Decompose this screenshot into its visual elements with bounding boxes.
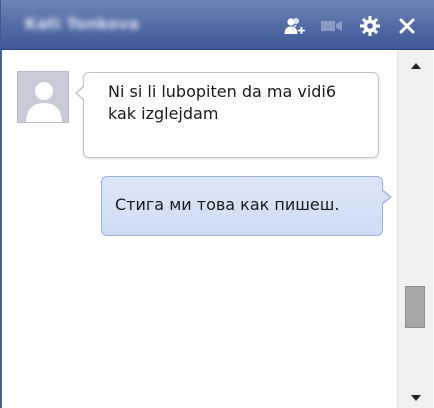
gear-icon[interactable] — [357, 13, 383, 39]
message-text: Ni si li lubopiten da ma vidi6 kak izgle… — [108, 82, 337, 123]
chat-scrollbar[interactable] — [397, 50, 433, 408]
outgoing-message-bubble: Стига ми това как пишеш. — [101, 176, 392, 236]
scrollbar-thumb[interactable] — [405, 286, 425, 328]
add-friend-icon[interactable] — [282, 13, 308, 39]
chat-window: Kati Tonkova Ni si li lubopiten da ma vi… — [0, 0, 434, 408]
scroll-down-arrow-icon[interactable] — [406, 390, 426, 406]
contact-name[interactable]: Kati Tonkova — [25, 15, 139, 33]
message-text: Стига ми това как пишеш. — [115, 195, 340, 214]
scroll-up-arrow-icon[interactable] — [406, 58, 426, 74]
default-profile-icon[interactable] — [17, 71, 69, 123]
close-icon[interactable] — [394, 13, 420, 39]
chat-titlebar[interactable]: Kati Tonkova — [1, 0, 434, 50]
video-call-icon[interactable] — [319, 13, 345, 39]
incoming-message-bubble: Ni si li lubopiten da ma vidi6 kak izgle… — [75, 72, 379, 158]
